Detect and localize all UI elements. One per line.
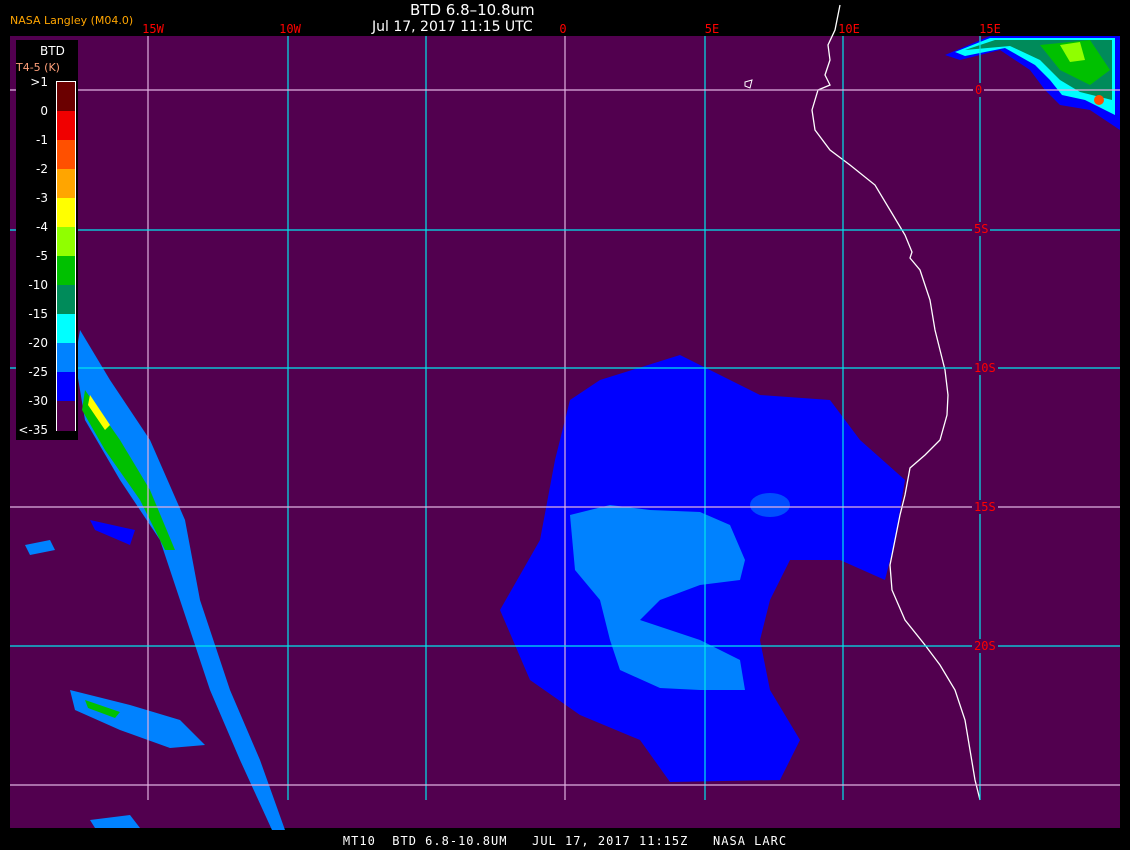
legend-swatch [57, 82, 75, 112]
legend-tick-label: >1 [30, 75, 48, 89]
legend-tick-label: -15 [28, 307, 48, 321]
satellite-map [10, 4, 1120, 830]
legend-swatch [57, 401, 75, 431]
lon-label-15e: 15E [979, 22, 1001, 36]
legend-swatch [57, 343, 75, 373]
legend-swatch [57, 169, 75, 199]
lon-label-10e: 10E [838, 22, 860, 36]
legend-swatch [57, 198, 75, 228]
lat-label-20s: 20S [972, 639, 998, 653]
legend-swatch [57, 372, 75, 402]
lat-label-10s: 10S [972, 361, 998, 375]
legend-tick-label: -20 [28, 336, 48, 350]
legend-tick-label: -5 [36, 249, 48, 263]
legend-tick-label: -30 [28, 394, 48, 408]
legend-swatch [57, 285, 75, 315]
legend-tick-label: -25 [28, 365, 48, 379]
product-title: BTD 6.8–10.8um [410, 1, 535, 19]
lat-label-5s: 5S [972, 222, 991, 236]
legend-tick-label: -3 [36, 191, 48, 205]
legend-swatch [57, 111, 75, 141]
legend-tick-label: -10 [28, 278, 48, 292]
credit-label: NASA Langley (M04.0) [10, 14, 134, 27]
lon-label-10w: 10W [279, 22, 301, 36]
legend-subtitle: T4-5 (K) [16, 61, 60, 74]
datetime-label: Jul 17, 2017 11:15 UTC [372, 19, 533, 35]
lon-label-15w: 15W [142, 22, 164, 36]
legend-swatch [57, 140, 75, 170]
legend-tick-label: -1 [36, 133, 48, 147]
legend-tick-label: -4 [36, 220, 48, 234]
lon-label-0: 0 [559, 22, 567, 36]
footer-caption: MT10 BTD 6.8-10.8UM JUL 17, 2017 11:15Z … [342, 834, 788, 848]
legend-tick-label: <-35 [18, 423, 48, 437]
color-legend: BTD T4-5 (K) >1 0 -1 -2 -3 -4 -5 -10 -15 -20 -25 -3… [16, 40, 78, 440]
lon-label-5e: 5E [704, 22, 720, 36]
legend-tick-label: 0 [40, 104, 48, 118]
legend-swatch [57, 256, 75, 286]
lat-label-0: 0 [973, 83, 985, 97]
legend-tick-label: -2 [36, 162, 48, 176]
legend-colorbar [56, 81, 76, 431]
legend-swatch [57, 314, 75, 344]
lat-label-15s: 15S [972, 500, 998, 514]
legend-swatch [57, 227, 75, 257]
legend-title: BTD [40, 44, 65, 58]
